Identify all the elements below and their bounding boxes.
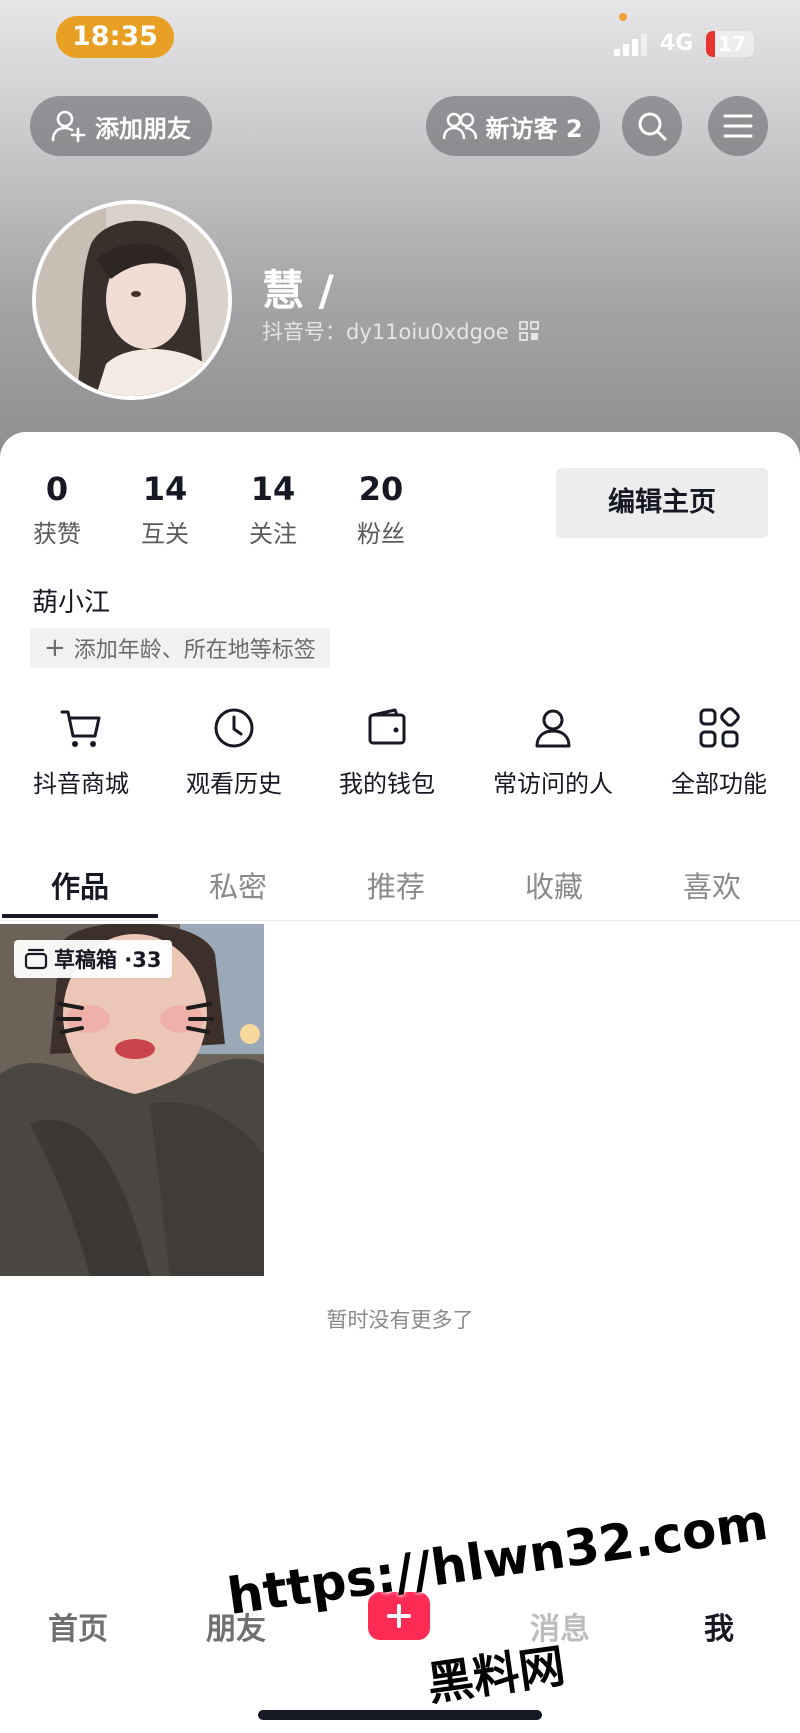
douyin-id-text: 抖音号：dy11oiu0xdgoe bbox=[262, 320, 509, 344]
nav-home[interactable]: 首页 bbox=[48, 1604, 108, 1648]
tool-label: 全部功能 bbox=[671, 770, 767, 798]
drafts-badge[interactable]: 草稿箱 ·33 bbox=[14, 940, 172, 978]
stat-label: 获赞 bbox=[33, 520, 81, 548]
new-visitors-button[interactable]: 新访客 2 bbox=[426, 96, 600, 156]
end-of-list-text: 暂时没有更多了 bbox=[326, 1308, 474, 1332]
menu-icon bbox=[723, 114, 753, 138]
home-indicator bbox=[258, 1710, 542, 1720]
avatar[interactable] bbox=[32, 200, 232, 400]
tab-likes[interactable]: 喜欢 bbox=[632, 864, 792, 906]
add-tags-label: 添加年龄、所在地等标签 bbox=[73, 638, 316, 663]
nav-me[interactable]: 我 bbox=[704, 1604, 734, 1648]
clock-icon bbox=[214, 708, 254, 748]
tool-history[interactable]: 观看历史 bbox=[159, 706, 309, 799]
signal-icon bbox=[614, 34, 647, 56]
add-friend-button[interactable]: 添加朋友 bbox=[30, 96, 212, 156]
stat-likes[interactable]: 0 获赞 bbox=[12, 470, 102, 549]
stat-value: 14 bbox=[250, 470, 296, 508]
tab-works[interactable]: 作品 bbox=[0, 864, 160, 906]
status-bar: 18:35 4G 17 bbox=[0, 0, 800, 72]
stat-value: 14 bbox=[142, 470, 188, 508]
visitors-icon bbox=[443, 112, 478, 140]
nickname: 慧 / bbox=[262, 266, 334, 315]
status-time: 18:35 bbox=[56, 16, 174, 58]
privacy-indicator-dot bbox=[619, 13, 627, 21]
search-icon bbox=[638, 112, 667, 141]
qr-code-icon bbox=[518, 321, 539, 341]
stat-label: 粉丝 bbox=[357, 520, 405, 548]
tab-divider bbox=[0, 920, 800, 921]
avatar-photo bbox=[36, 204, 228, 396]
search-button[interactable] bbox=[622, 96, 682, 156]
tool-all-features[interactable]: 全部功能 bbox=[644, 706, 794, 799]
active-tab-indicator bbox=[2, 914, 158, 918]
wallet-icon bbox=[368, 708, 406, 745]
stat-mutual[interactable]: 14 互关 bbox=[120, 470, 210, 549]
stat-followers[interactable]: 20 粉丝 bbox=[336, 470, 426, 549]
plus-icon bbox=[387, 1604, 411, 1628]
stat-following[interactable]: 14 关注 bbox=[228, 470, 318, 549]
person-icon bbox=[535, 709, 571, 748]
add-friend-label: 添加朋友 bbox=[95, 114, 191, 143]
tab-private[interactable]: 私密 bbox=[158, 864, 318, 906]
tab-recommended[interactable]: 推荐 bbox=[316, 864, 476, 906]
battery-icon: 17 bbox=[706, 31, 754, 57]
drafts-icon bbox=[24, 948, 48, 970]
add-friend-icon bbox=[51, 110, 86, 143]
bio-text: 葫小江 bbox=[32, 588, 111, 618]
tab-favorites[interactable]: 收藏 bbox=[474, 864, 634, 906]
edit-profile-button[interactable]: 编辑主页 bbox=[556, 468, 768, 538]
battery-level: 17 bbox=[718, 32, 746, 56]
stat-label: 关注 bbox=[249, 520, 297, 548]
stat-value: 20 bbox=[358, 470, 404, 508]
menu-button[interactable] bbox=[708, 96, 768, 156]
add-tags-button[interactable]: + 添加年龄、所在地等标签 bbox=[30, 628, 330, 668]
new-visitors-label: 新访客 2 bbox=[485, 114, 583, 143]
grid-icon bbox=[699, 707, 740, 748]
cart-icon bbox=[60, 710, 101, 747]
tool-frequent-visitors[interactable]: 常访问的人 bbox=[478, 706, 628, 799]
tool-label: 常访问的人 bbox=[493, 770, 613, 798]
douyin-id[interactable]: 抖音号：dy11oiu0xdgoe bbox=[262, 316, 539, 346]
stat-label: 互关 bbox=[141, 520, 189, 548]
tool-label: 抖音商城 bbox=[33, 770, 129, 798]
network-label: 4G bbox=[660, 31, 694, 56]
tool-shop[interactable]: 抖音商城 bbox=[6, 706, 156, 799]
tool-label: 我的钱包 bbox=[339, 770, 435, 798]
drafts-label: 草稿箱 ·33 bbox=[54, 948, 162, 972]
plus-icon: + bbox=[44, 633, 66, 663]
stat-value: 0 bbox=[45, 470, 69, 508]
tool-label: 观看历史 bbox=[186, 770, 282, 798]
tool-wallet[interactable]: 我的钱包 bbox=[312, 706, 462, 799]
